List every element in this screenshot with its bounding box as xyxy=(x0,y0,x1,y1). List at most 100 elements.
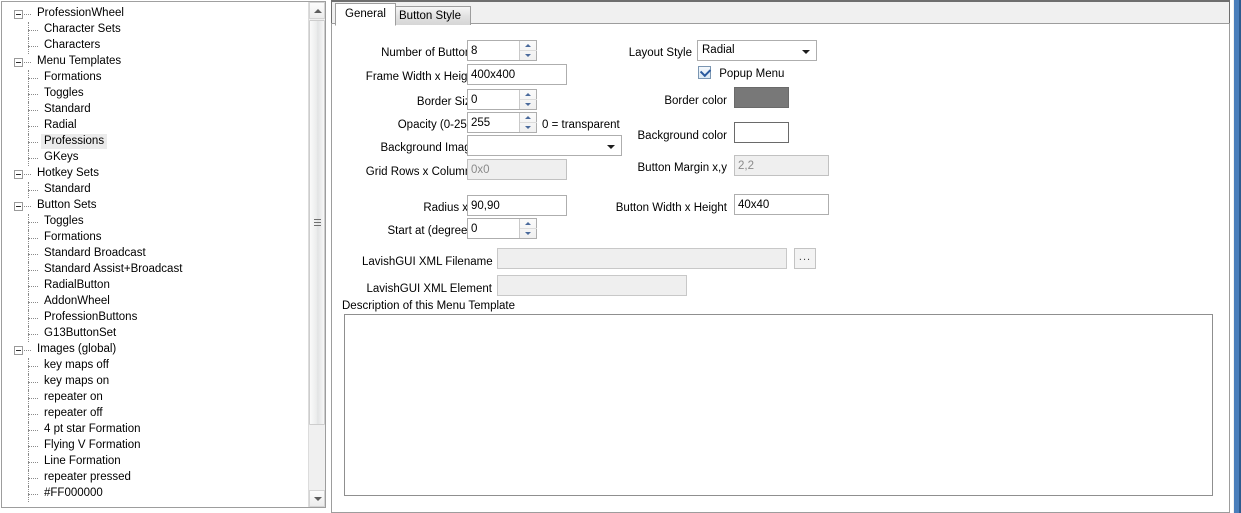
layout-style-value: Radial xyxy=(702,44,735,56)
tree-item-label: Button Sets xyxy=(37,199,97,211)
tree-item-characters[interactable]: Characters xyxy=(2,38,308,54)
tree-item-label: ProfessionButtons xyxy=(44,311,138,323)
spin-up-icon[interactable] xyxy=(520,90,537,99)
tree-vertical-scrollbar[interactable] xyxy=(308,2,325,507)
tree-item-4-pt-star-formation[interactable]: 4 pt star Formation xyxy=(2,422,308,438)
tree-connector-elbow xyxy=(28,414,38,416)
tree-item-gkeys[interactable]: GKeys xyxy=(2,150,308,166)
border-size-spin-buttons[interactable] xyxy=(519,90,537,109)
spin-down-icon[interactable] xyxy=(520,122,537,132)
tree-expander-collapse-icon[interactable] xyxy=(14,202,23,211)
tree-item-formations[interactable]: Formations xyxy=(2,70,308,86)
number-of-buttons-stepper[interactable] xyxy=(467,40,537,61)
spin-up-icon[interactable] xyxy=(520,41,537,50)
application-window: ProfessionWheel Character Sets Characters M… xyxy=(0,0,1241,513)
tree-connector-elbow xyxy=(28,494,38,496)
tab-button-style[interactable]: Button Style xyxy=(389,6,472,25)
opacity-stepper[interactable] xyxy=(467,112,537,133)
tab-button-style-label: Button Style xyxy=(399,10,462,22)
tree-item-formations[interactable]: Formations xyxy=(2,230,308,246)
background-image-dropdown[interactable] xyxy=(467,135,622,156)
start-at-degrees-spin-buttons[interactable] xyxy=(519,219,537,238)
spin-up-icon[interactable] xyxy=(520,219,537,228)
tree-connector-elbow xyxy=(28,382,38,384)
scroll-down-button[interactable] xyxy=(309,490,325,507)
spin-up-icon[interactable] xyxy=(520,113,537,122)
tree-connector-elbow xyxy=(28,126,38,128)
tree-scroll-area: ProfessionWheel Character Sets Characters M… xyxy=(2,2,308,507)
tree-connector-line xyxy=(24,350,31,352)
grid-rows-columns-input xyxy=(467,159,567,180)
tree-item-toggles[interactable]: Toggles xyxy=(2,86,308,102)
tree-item-addonwheel[interactable]: AddonWheel xyxy=(2,294,308,310)
border-size-stepper[interactable] xyxy=(467,89,537,110)
tree-item-label: AddonWheel xyxy=(44,295,110,307)
start-at-degrees-stepper[interactable] xyxy=(467,218,537,239)
layout-style-label: Layout Style xyxy=(628,47,692,59)
grid-rows-columns-label: Grid Rows x Columns xyxy=(365,166,477,178)
button-size-input[interactable] xyxy=(734,194,829,215)
spin-down-icon[interactable] xyxy=(520,99,537,109)
frame-size-input[interactable] xyxy=(467,64,567,85)
tree-item-character-sets[interactable]: Character Sets xyxy=(2,22,308,38)
tree-item-standard-assist-broadcast[interactable]: Standard Assist+Broadcast xyxy=(2,262,308,278)
tree-connector-elbow xyxy=(28,478,38,480)
tree-item-professionwheel[interactable]: ProfessionWheel xyxy=(2,6,308,22)
tree-item-standard[interactable]: Standard xyxy=(2,102,308,118)
xml-filename-browse-button[interactable]: ... xyxy=(794,248,816,269)
popup-menu-checkbox[interactable] xyxy=(698,65,712,79)
tree-item-professionbuttons[interactable]: ProfessionButtons xyxy=(2,310,308,326)
opacity-input[interactable] xyxy=(468,113,519,132)
start-at-degrees-input[interactable] xyxy=(468,219,519,238)
tree-item-key-maps-on[interactable]: key maps on xyxy=(2,374,308,390)
tree-item-flying-v-formation[interactable]: Flying V Formation xyxy=(2,438,308,454)
tree-expander-collapse-icon[interactable] xyxy=(14,346,23,355)
tree-item-label: Standard xyxy=(44,183,91,195)
tree-connector-elbow xyxy=(28,318,38,320)
number-of-buttons-input[interactable] xyxy=(468,41,519,60)
tree-connector-line xyxy=(24,206,31,208)
spin-down-icon[interactable] xyxy=(520,228,537,238)
tree-item-toggles[interactable]: Toggles xyxy=(2,214,308,230)
scrollbar-thumb[interactable] xyxy=(309,20,325,425)
tree-item-repeater-off[interactable]: repeater off xyxy=(2,406,308,422)
opacity-spin-buttons[interactable] xyxy=(519,113,537,132)
tree-item-label: Character Sets xyxy=(44,23,121,35)
tree-item-key-maps-off[interactable]: key maps off xyxy=(2,358,308,374)
background-color-swatch[interactable] xyxy=(734,122,789,143)
layout-style-dropdown[interactable]: Radial xyxy=(697,40,817,61)
tree-expander-collapse-icon[interactable] xyxy=(14,58,23,67)
tree-item-button-sets[interactable]: Button Sets xyxy=(2,198,308,214)
tree-expander-collapse-icon[interactable] xyxy=(14,170,23,179)
tree-item-radial[interactable]: Radial xyxy=(2,118,308,134)
popup-menu-label: Popup Menu xyxy=(719,68,785,80)
tree-item-line-formation[interactable]: Line Formation xyxy=(2,454,308,470)
number-of-buttons-label: Number of Buttons xyxy=(381,47,477,59)
tree-item-menu-templates[interactable]: Menu Templates xyxy=(2,54,308,70)
tree-item-professions[interactable]: Professions xyxy=(2,134,308,150)
xml-filename-input xyxy=(497,248,787,269)
tree-expander-collapse-icon[interactable] xyxy=(14,10,23,19)
border-color-swatch[interactable] xyxy=(734,87,789,108)
border-color-label: Border color xyxy=(664,95,727,107)
tree-item-g13buttonset[interactable]: G13ButtonSet xyxy=(2,326,308,342)
tree-item-standard[interactable]: Standard xyxy=(2,182,308,198)
number-of-buttons-spin-buttons[interactable] xyxy=(519,41,537,60)
tab-general[interactable]: General xyxy=(335,3,396,26)
xml-filename-label: LavishGUI XML Filename xyxy=(362,256,493,268)
tree-item-hotkey-sets[interactable]: Hotkey Sets xyxy=(2,166,308,182)
radius-input[interactable] xyxy=(467,195,567,216)
scroll-up-button[interactable] xyxy=(309,2,325,19)
tree-item-ff000000[interactable]: #FF000000 xyxy=(2,486,308,502)
popup-menu-checkbox-row[interactable]: Popup Menu xyxy=(698,65,785,82)
tree-item-standard-broadcast[interactable]: Standard Broadcast xyxy=(2,246,308,262)
tree-item-repeater-pressed[interactable]: repeater pressed xyxy=(2,470,308,486)
border-size-input[interactable] xyxy=(468,90,519,109)
description-textarea[interactable] xyxy=(344,314,1213,496)
tree-connector-elbow xyxy=(28,158,38,160)
background-image-label: Background Image xyxy=(380,142,477,154)
spin-down-icon[interactable] xyxy=(520,50,537,60)
tree-item-repeater-on[interactable]: repeater on xyxy=(2,390,308,406)
tree-item-radialbutton[interactable]: RadialButton xyxy=(2,278,308,294)
tree-item-images-global[interactable]: Images (global) xyxy=(2,342,308,358)
